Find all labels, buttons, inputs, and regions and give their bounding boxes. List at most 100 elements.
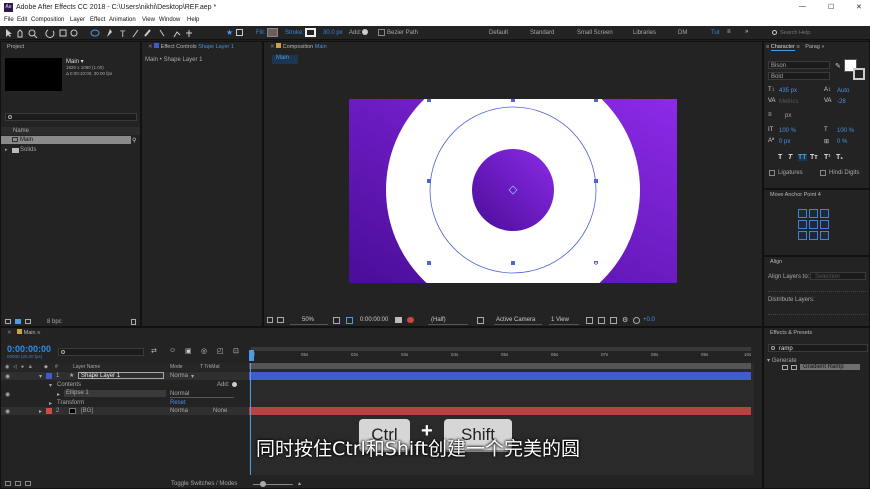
minimize-button[interactable]: — bbox=[799, 3, 806, 10]
leading-value[interactable]: Auto bbox=[837, 88, 849, 94]
bpc-toggle[interactable]: 8 bpc bbox=[47, 319, 62, 325]
chevron-down-icon[interactable]: ▾ bbox=[49, 382, 52, 389]
character-tab-menu-icon[interactable]: ≡ bbox=[796, 44, 801, 50]
add-icon[interactable] bbox=[232, 382, 237, 387]
visibility-icon[interactable]: ◉ bbox=[5, 373, 10, 380]
anchor-bottom-center[interactable] bbox=[809, 231, 818, 240]
chevron-right-icon[interactable]: ▸ bbox=[39, 408, 42, 415]
menu-window[interactable]: Window bbox=[159, 17, 180, 23]
playhead-handle[interactable] bbox=[249, 350, 254, 361]
toggle-switches-modes[interactable]: Toggle Switches / Modes bbox=[171, 481, 237, 487]
workspace-small-screen[interactable]: Small Screen bbox=[577, 30, 613, 36]
small-caps-button[interactable]: Tт bbox=[810, 154, 818, 161]
anchor-bottom-right[interactable] bbox=[820, 231, 829, 240]
hscale-value[interactable]: 100 % bbox=[837, 128, 854, 134]
menu-help[interactable]: Help bbox=[187, 17, 199, 23]
comp-timecode[interactable]: 0:00:00:00 bbox=[360, 317, 388, 323]
menu-icon[interactable]: ≡ bbox=[37, 330, 40, 336]
timeline-icon[interactable] bbox=[610, 317, 617, 324]
time-ruler[interactable]: 0f05s02s03s04s05s06s07s08s09s10s bbox=[249, 347, 754, 362]
timeline-tab[interactable]: ✕ Main ≡ bbox=[1, 328, 762, 339]
pixel-aspect-icon[interactable] bbox=[586, 317, 593, 324]
distribute-buttons[interactable] bbox=[768, 307, 868, 315]
layer-bar-2[interactable] bbox=[249, 407, 751, 415]
tool-icons[interactable]: T bbox=[4, 28, 219, 38]
workspace-tut[interactable]: Tut bbox=[711, 30, 719, 36]
graph-icon[interactable]: ⊡ bbox=[233, 347, 239, 355]
faux-bold-button[interactable]: T bbox=[778, 154, 782, 161]
add-icon[interactable] bbox=[362, 29, 368, 35]
anchor-top-right[interactable] bbox=[820, 209, 829, 218]
zoom-dropdown[interactable]: 50% bbox=[290, 315, 328, 325]
effects-category-generate[interactable]: ▾ Generate bbox=[767, 357, 797, 364]
folder-new-icon[interactable] bbox=[15, 319, 21, 324]
layer-name[interactable]: Shape Layer 1 bbox=[78, 372, 164, 379]
timeline-timecode[interactable]: 0:00:00:00 bbox=[7, 344, 51, 354]
motion-blur-icon[interactable]: ◎ bbox=[201, 347, 207, 355]
transform-reset[interactable]: Reset bbox=[170, 400, 186, 406]
kerning-value[interactable]: Metrics bbox=[779, 99, 798, 105]
subscript-button[interactable]: T₁ bbox=[836, 154, 843, 161]
anchor-mid-left[interactable] bbox=[798, 220, 807, 229]
visibility-icon[interactable]: ◉ bbox=[5, 391, 10, 398]
menu-animation[interactable]: Animation bbox=[109, 17, 136, 23]
font-style-dropdown[interactable]: Bold bbox=[768, 72, 830, 80]
paragraph-tab[interactable]: Parag bbox=[805, 44, 820, 50]
workspace-menu-icon[interactable]: ≡ bbox=[727, 29, 731, 35]
menu-effect[interactable]: Effect bbox=[90, 17, 105, 23]
all-caps-button[interactable]: TT bbox=[798, 154, 807, 161]
comp-icon[interactable] bbox=[25, 481, 31, 486]
layer-name[interactable]: [BG] bbox=[81, 408, 93, 414]
vscale-value[interactable]: 100 % bbox=[779, 128, 796, 134]
ellipse-row[interactable]: ◉ ▸ Ellipse 1 Normal bbox=[1, 390, 249, 398]
interpret-icon[interactable] bbox=[5, 319, 11, 324]
layer-row-1[interactable]: ◉ ▾ 1 ★ Shape Layer 1 Norma ▾ bbox=[1, 372, 249, 380]
flowchart-icon[interactable]: ⚙ bbox=[622, 316, 628, 324]
workspace-libraries[interactable]: Libraries bbox=[633, 30, 656, 36]
trash-icon[interactable] bbox=[131, 319, 136, 325]
work-area-bar[interactable] bbox=[251, 347, 751, 351]
draft-3d-icon[interactable]: ⇄ bbox=[151, 347, 157, 355]
roi-icon[interactable] bbox=[346, 317, 353, 324]
effects-search-input[interactable]: ramp bbox=[768, 344, 868, 352]
grid-icon[interactable] bbox=[333, 317, 340, 324]
col-mode[interactable]: Mode bbox=[170, 364, 183, 370]
overflow-icon[interactable]: » bbox=[745, 29, 748, 35]
flow-icon[interactable] bbox=[15, 481, 21, 486]
frame-blend-icon[interactable]: ▣ bbox=[185, 347, 192, 355]
chevron-right-icon[interactable]: ▸ bbox=[57, 391, 60, 398]
work-area-range[interactable] bbox=[249, 363, 751, 369]
ligatures-checkbox[interactable] bbox=[769, 170, 775, 176]
fast-preview-icon[interactable] bbox=[598, 317, 605, 324]
project-search-input[interactable] bbox=[5, 113, 137, 121]
views-dropdown[interactable]: 1 View bbox=[549, 315, 579, 325]
menu-composition[interactable]: Composition bbox=[31, 17, 64, 23]
workspace-standard[interactable]: Standard bbox=[530, 30, 554, 36]
project-item-solids[interactable]: ▸ Solids bbox=[1, 146, 131, 154]
search-help-input[interactable] bbox=[780, 28, 866, 38]
timeline-search-input[interactable] bbox=[58, 348, 144, 356]
close-button[interactable]: ✕ bbox=[856, 3, 862, 11]
chevron-right-icon[interactable]: ▸ bbox=[49, 400, 52, 407]
project-comp-name[interactable]: Main ▾ bbox=[66, 58, 84, 65]
channel-icon[interactable] bbox=[407, 317, 414, 323]
effect-item-gradient-ramp[interactable]: Gradient Ramp bbox=[782, 364, 868, 372]
comp-viewer-tab[interactable]: Main bbox=[272, 55, 298, 64]
chevron-down-icon[interactable]: ▾ bbox=[39, 373, 42, 380]
snap-icon[interactable] bbox=[236, 29, 243, 36]
align-buttons[interactable] bbox=[768, 284, 868, 292]
zoom-in-icon[interactable]: ▴ bbox=[298, 480, 301, 487]
reset-exposure-icon[interactable] bbox=[633, 317, 640, 324]
stroke-color-swatch[interactable] bbox=[853, 68, 865, 80]
zoom-slider[interactable] bbox=[253, 484, 293, 485]
anchor-top-left[interactable] bbox=[798, 209, 807, 218]
effect-controls-tab[interactable]: ✕ Effect Controls Shape Layer 1 bbox=[142, 42, 262, 53]
anchor-bottom-left[interactable] bbox=[798, 231, 807, 240]
layer-mode[interactable]: Norma bbox=[170, 373, 188, 379]
resolution-dropdown[interactable]: (Half) bbox=[428, 315, 468, 325]
stroke-width-value[interactable]: 30.0 px bbox=[323, 30, 343, 36]
col-trkmat[interactable]: T TrkMat bbox=[200, 364, 220, 370]
tracking-value[interactable]: -28 bbox=[837, 99, 846, 105]
layer-mode-arrow[interactable]: ▾ bbox=[191, 373, 194, 380]
workspace-dm[interactable]: DM bbox=[678, 30, 687, 36]
